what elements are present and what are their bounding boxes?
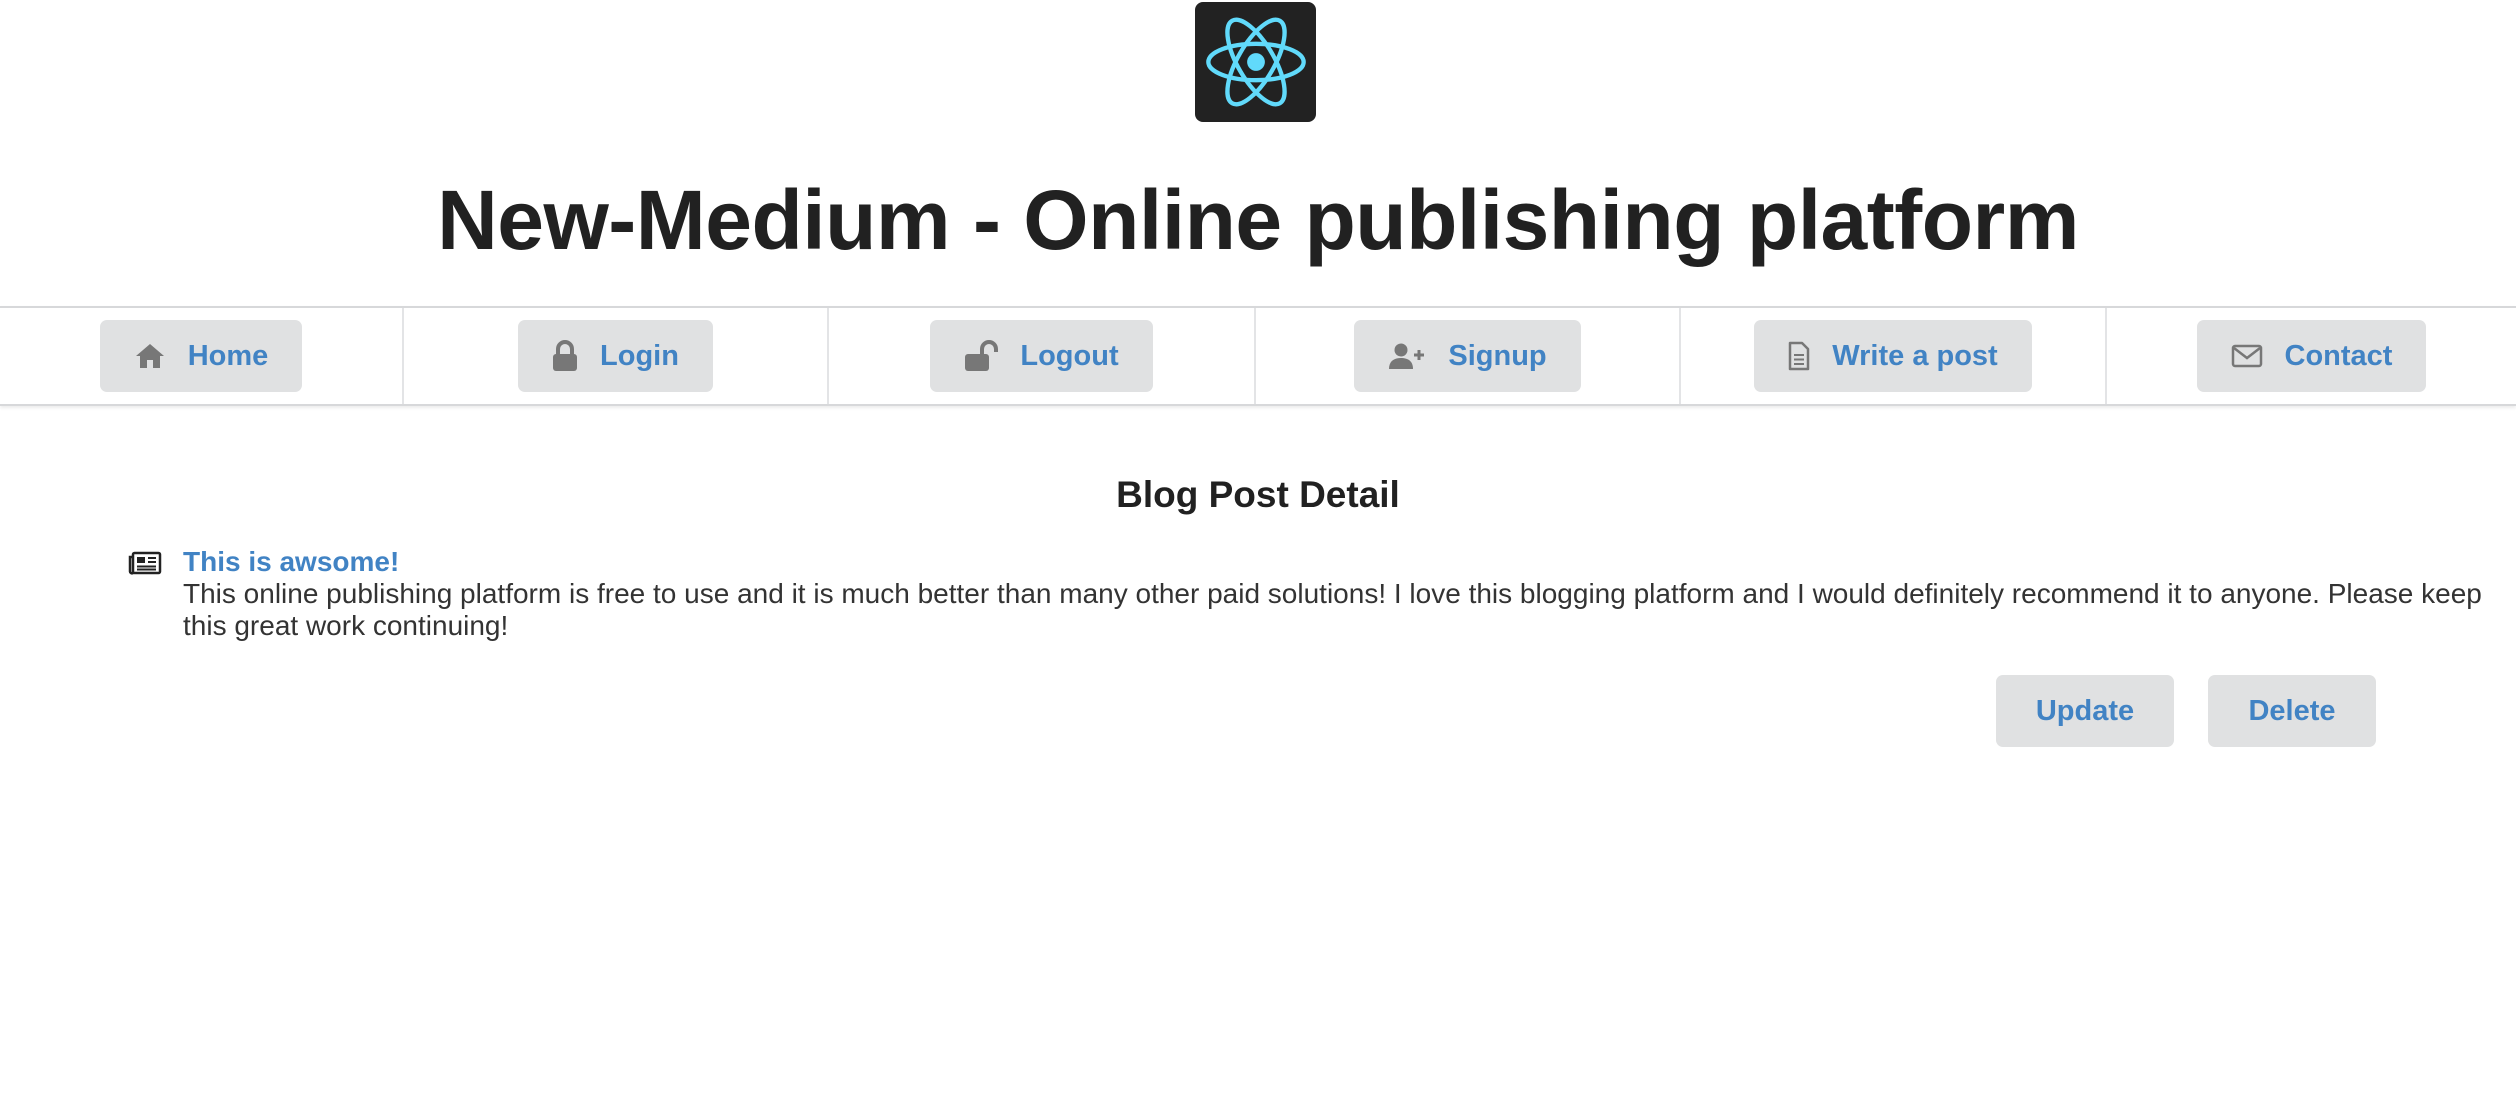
nav-cell-contact: Contact [2107,308,2516,404]
nav-home-button[interactable]: Home [99,320,303,392]
newspaper-icon [128,551,162,575]
nav-logout-button[interactable]: Logout [930,320,1153,392]
user-plus-icon [1389,343,1425,369]
delete-button[interactable]: Delete [2208,675,2376,747]
envelope-icon [2231,344,2262,368]
nav-login-button[interactable]: Login [518,320,713,392]
nav-cell-logout: Logout [829,308,1256,404]
nav-login-label: Login [600,339,679,372]
nav-write-post-button[interactable]: Write a post [1754,320,2032,392]
nav-signup-label: Signup [1448,339,1547,372]
nav-cell-home: Home [0,308,404,404]
page-heading: Blog Post Detail [1116,474,1400,515]
unlock-icon [965,340,999,371]
update-button[interactable]: Update [1996,675,2174,747]
post-title[interactable]: This is awsome! [183,544,399,580]
nav-cell-login: Login [404,308,829,404]
home-icon [135,344,164,368]
nav-home-label: Home [187,339,269,372]
react-logo-icon [1195,2,1316,122]
file-icon [1789,341,1810,371]
nav-contact-label: Contact [2284,339,2393,372]
nav-write-post-label: Write a post [1832,339,1998,372]
lock-icon [553,340,578,371]
app-title: New-Medium - Online publishing platform [437,173,2079,267]
nav-contact-button[interactable]: Contact [2196,320,2427,392]
page: New-Medium - Online publishing platform … [0,0,2516,1120]
nav-logout-label: Logout [1020,339,1119,372]
post-body: This online publishing platform is free … [183,578,2482,641]
nav-cell-signup: Signup [1256,308,1681,404]
nav-signup-button[interactable]: Signup [1354,320,1581,392]
nav-cell-write: Write a post [1681,308,2107,404]
main-navbar: Home Login Logout Signup Write a post Co… [0,306,2516,406]
